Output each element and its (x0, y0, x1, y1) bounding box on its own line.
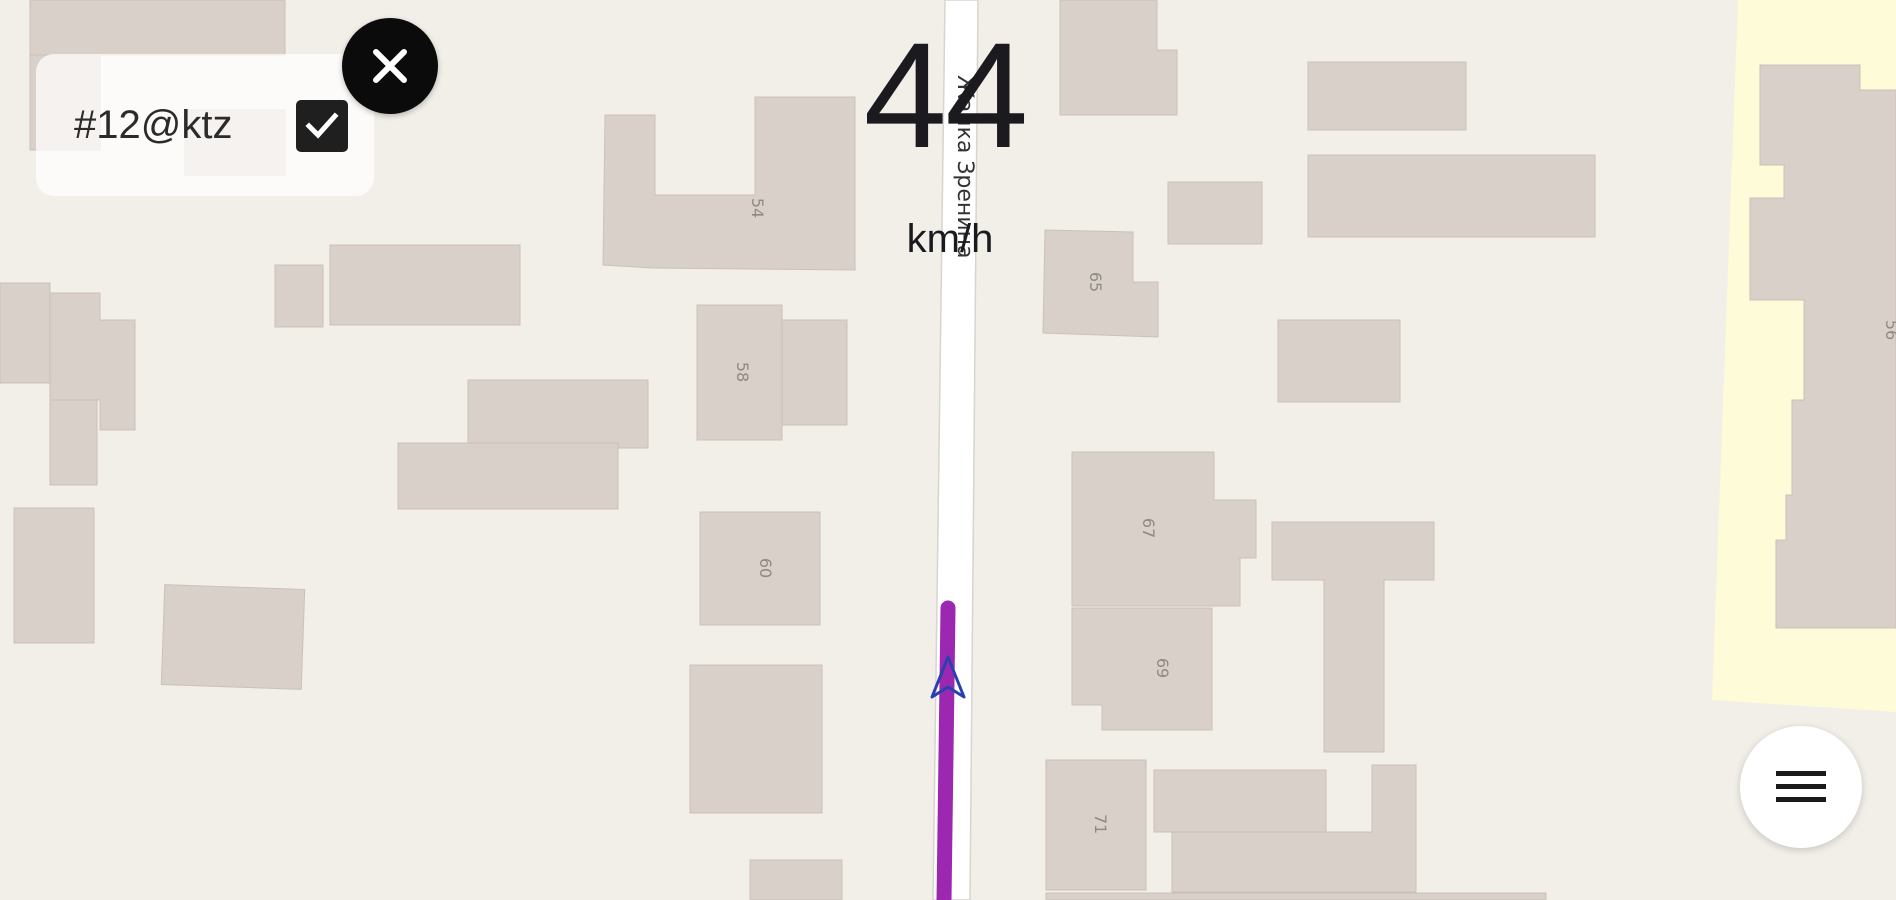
house-number-67: 67 (1139, 518, 1158, 538)
tracker-checkbox[interactable] (296, 100, 348, 152)
building (1271, 521, 1435, 753)
house-number-60: 60 (756, 558, 775, 578)
building (29, 0, 286, 56)
hamburger-menu-icon (1776, 771, 1826, 802)
building (1071, 607, 1213, 731)
house-number-69: 69 (1153, 658, 1172, 678)
checkmark-icon (305, 112, 339, 139)
building (329, 244, 521, 326)
route-track (936, 600, 956, 900)
speed-value: 44 (863, 11, 1029, 179)
house-number-65: 65 (1086, 272, 1105, 292)
building (749, 859, 843, 900)
menu-button[interactable] (1740, 726, 1862, 848)
building (13, 507, 95, 644)
building (467, 379, 649, 449)
building (689, 664, 823, 814)
house-number-71: 71 (1091, 814, 1110, 834)
building (1307, 61, 1467, 131)
building (781, 319, 848, 426)
building (602, 96, 856, 271)
building (1059, 0, 1178, 116)
house-number-54: 54 (748, 198, 767, 218)
building (397, 442, 619, 510)
house-number-56: 56 (1882, 320, 1896, 340)
building (1167, 181, 1263, 245)
building (1307, 154, 1596, 238)
building (1153, 769, 1327, 833)
building (274, 264, 324, 328)
house-number-58: 58 (733, 362, 752, 382)
building (1071, 451, 1257, 607)
close-button[interactable] (342, 18, 438, 114)
building (1045, 892, 1547, 900)
building (0, 282, 51, 384)
building (1277, 319, 1401, 403)
tracker-label: #12@ktz (74, 103, 233, 147)
speed-unit: km/h (906, 217, 994, 261)
building (160, 584, 306, 690)
close-icon (373, 49, 407, 83)
building (49, 399, 98, 486)
